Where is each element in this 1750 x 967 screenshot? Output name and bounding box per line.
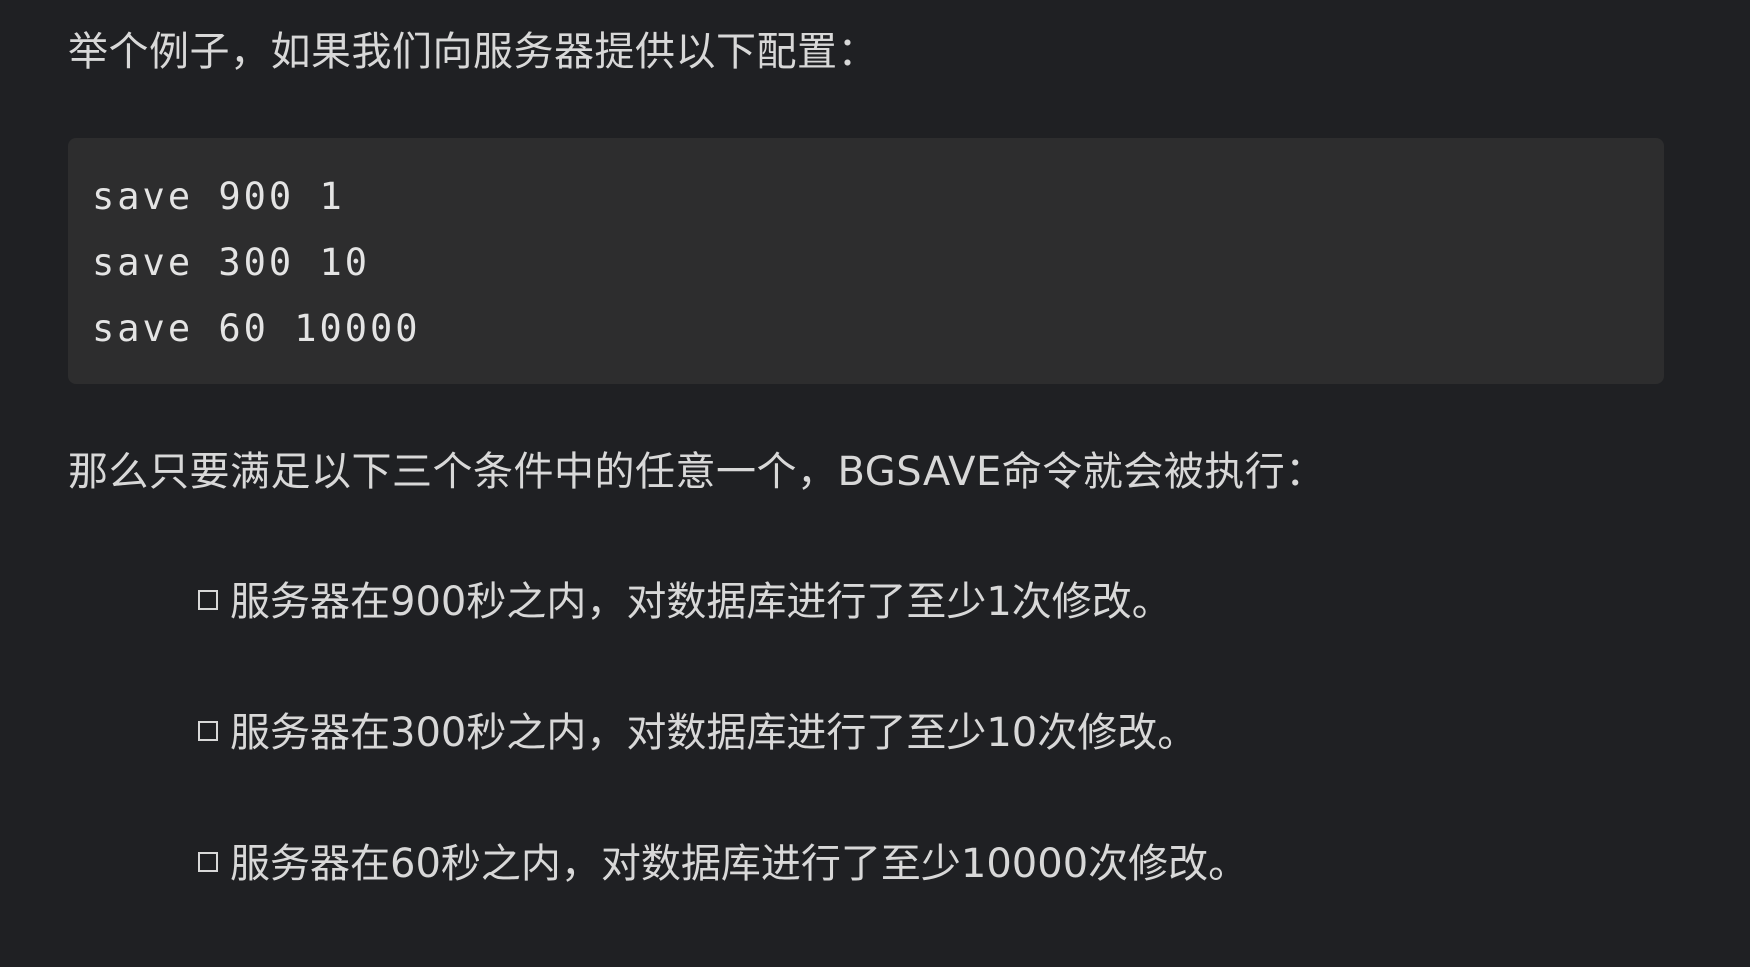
checkbox-icon (198, 852, 224, 878)
condition-text: 服务器在60秒之内，对数据库进行了至少10000次修改。 (230, 841, 1249, 887)
code-line: save 300 10 (92, 241, 371, 284)
code-line: save 900 1 (92, 175, 345, 218)
list-item: 服务器在60秒之内，对数据库进行了至少10000次修改。 (198, 836, 1248, 967)
code-line: save 60 10000 (92, 307, 421, 350)
list-item: 服务器在900秒之内，对数据库进行了至少1次修改。 (198, 574, 1248, 705)
checkbox-icon (198, 590, 224, 616)
condition-list: 服务器在900秒之内，对数据库进行了至少1次修改。 服务器在300秒之内，对数据… (198, 574, 1248, 967)
intro-paragraph: 举个例子，如果我们向服务器提供以下配置： (68, 29, 878, 75)
condition-text: 服务器在300秒之内，对数据库进行了至少10次修改。 (230, 710, 1198, 756)
checkbox-icon (198, 721, 224, 747)
code-block: save 900 1 save 300 10 save 60 10000 (68, 138, 1664, 384)
lead-paragraph: 那么只要满足以下三个条件中的任意一个，BGSAVE命令就会被执行： (68, 449, 1326, 495)
condition-text: 服务器在900秒之内，对数据库进行了至少1次修改。 (230, 579, 1172, 625)
list-item: 服务器在300秒之内，对数据库进行了至少10次修改。 (198, 705, 1248, 836)
